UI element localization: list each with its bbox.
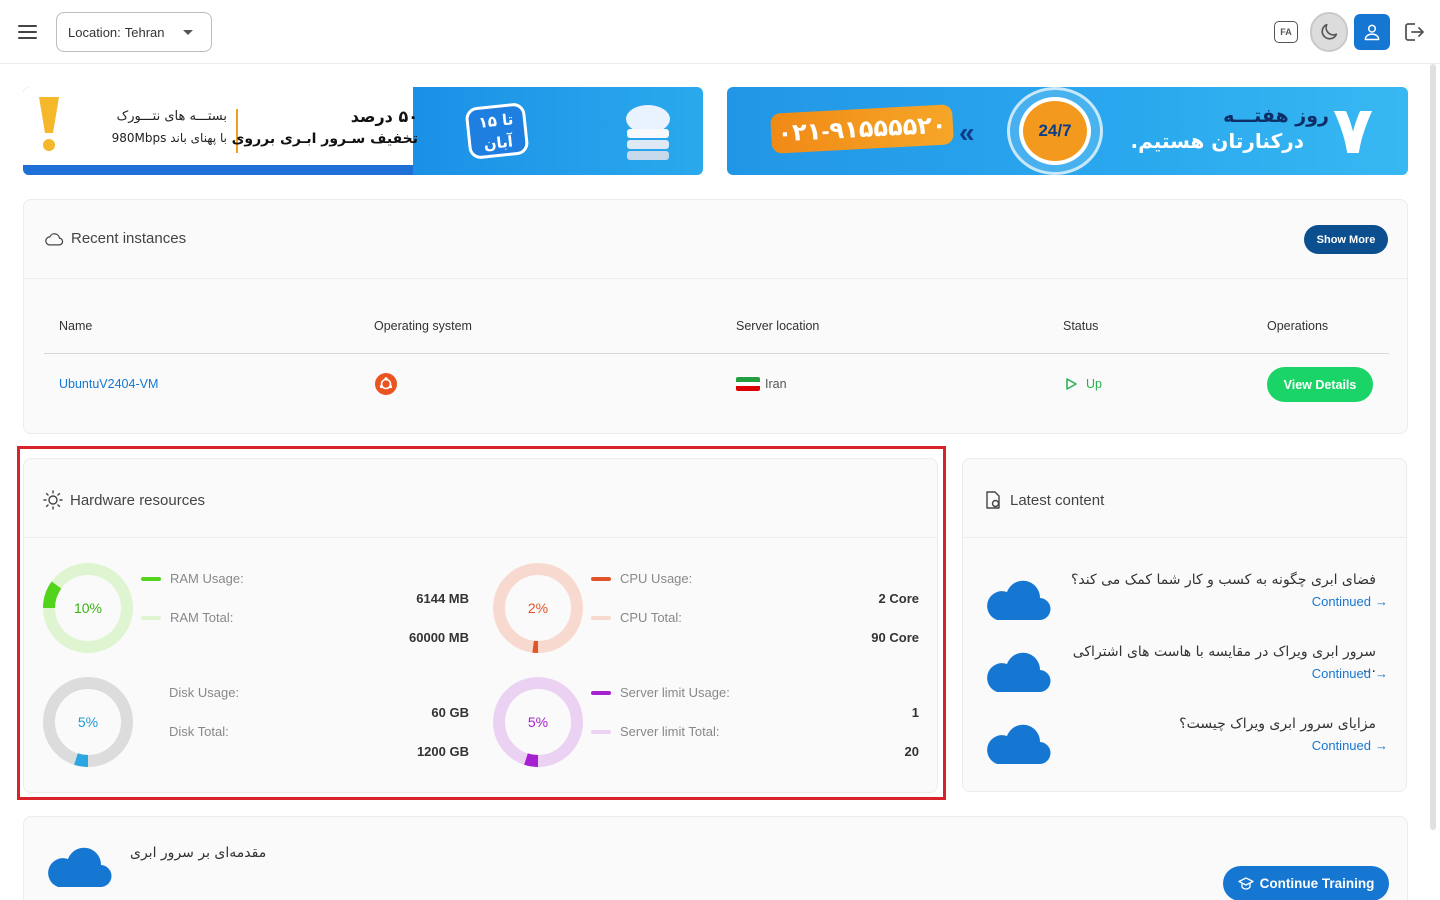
- banner-date-badge: تا ۱۵ آبان: [464, 102, 530, 160]
- banner-network-line2: با پهنای باند 980Mbps: [111, 131, 227, 145]
- highlight-frame: [17, 446, 946, 800]
- training-title: مقدمه‌ای بر سرور ابری: [130, 845, 267, 861]
- location-label: Location:: [68, 24, 121, 40]
- play-icon: [1066, 378, 1077, 390]
- cloud-icon: [48, 847, 112, 888]
- support-line1: روز هفتـــه: [1223, 105, 1329, 127]
- banner-network-line1: بستـــه های نتـــورک: [116, 109, 227, 124]
- training-card: مقدمه‌ای بر سرور ابری Continue Training: [23, 816, 1408, 900]
- latest-content-card: Latest content فضای ابری چگونه به کسب و …: [962, 458, 1407, 792]
- instance-name[interactable]: UbuntuV2404-VM: [59, 377, 158, 391]
- exclamation-icon: [39, 97, 59, 151]
- language-button[interactable]: FA: [1274, 21, 1298, 43]
- show-more-button[interactable]: Show More: [1304, 225, 1388, 254]
- cloud-icon: [987, 652, 1051, 693]
- continued-label: Continued: [1311, 738, 1371, 753]
- continued-link[interactable]: Continued →: [1312, 594, 1388, 609]
- continued-label: Continued: [1311, 666, 1371, 681]
- location-select[interactable]: Location: Tehran: [56, 12, 212, 52]
- moon-icon: [1321, 23, 1338, 40]
- banner-discount-line1: ۵۰ درصد: [350, 107, 418, 126]
- user-icon: [1364, 24, 1380, 41]
- promo-banner-support[interactable]: ۰۲۱-۹۱۵۵۵۵۲۰ « 24/7 روز هفتـــه درکنارتا…: [727, 87, 1408, 175]
- divider: [963, 537, 1406, 538]
- document-icon: [986, 491, 1000, 509]
- latest-content-label: Latest content: [1010, 491, 1105, 509]
- cloud-icon: [45, 232, 64, 245]
- continued-link[interactable]: Continued →: [1312, 738, 1388, 753]
- arrow-right-icon: →: [1375, 738, 1388, 753]
- status-text: Up: [1086, 377, 1102, 391]
- top-bar: Location: Tehran FA: [0, 0, 1440, 64]
- instance-location: Iran: [765, 377, 787, 391]
- graduation-cap-icon: [1237, 876, 1254, 890]
- continue-training-label: Continue Training: [1259, 876, 1375, 891]
- article-item[interactable]: مزایای سرور ابری ویراک چیست؟ Continued →: [983, 716, 1388, 776]
- profile-button[interactable]: [1354, 14, 1390, 50]
- continue-training-button[interactable]: Continue Training: [1223, 866, 1389, 900]
- support-phone: ۰۲۱-۹۱۵۵۵۵۲۰: [770, 104, 954, 154]
- cloud-icon: [987, 580, 1051, 621]
- arrow-right-icon: →: [1375, 666, 1388, 681]
- article-title[interactable]: مزایای سرور ابری ویراک چیست؟: [1056, 716, 1376, 732]
- article-item[interactable]: سرور ابری ویراک در مقایسه با هاست های اش…: [983, 644, 1388, 704]
- dark-mode-toggle[interactable]: [1310, 12, 1348, 52]
- promo-banner-network[interactable]: بستـــه های نتـــورک با پهنای باند 980Mb…: [23, 87, 703, 175]
- chevron-down-icon: [183, 30, 193, 35]
- logout-icon: [1405, 23, 1424, 41]
- view-details-button[interactable]: View Details: [1267, 367, 1373, 402]
- recent-instances-card: Recent instances Show More Name Operatin…: [23, 199, 1408, 434]
- location-value: Tehran: [124, 24, 165, 40]
- menu-icon[interactable]: [18, 25, 37, 39]
- support-247-badge: 24/7: [1019, 97, 1091, 165]
- ubuntu-icon: [375, 373, 397, 395]
- latest-content-title: Latest content: [983, 490, 1104, 510]
- column-header-os: Operating system: [374, 319, 472, 333]
- recent-instances-title: Recent instances: [44, 230, 186, 247]
- banner-discount-line2: تخفیف سـرور ابـری برروی: [231, 131, 418, 147]
- continued-link[interactable]: Continued →: [1312, 666, 1388, 681]
- article-item[interactable]: فضای ابری چگونه به کسب و کار شما کمک می …: [983, 572, 1388, 632]
- logout-button[interactable]: [1402, 20, 1426, 44]
- banner-bottom-bar: [23, 165, 413, 175]
- scrollbar[interactable]: [1430, 64, 1436, 830]
- column-header-status: Status: [1063, 319, 1099, 333]
- column-header-operations: Operations: [1267, 319, 1329, 333]
- recent-instances-label: Recent instances: [71, 230, 187, 247]
- column-header-name: Name: [59, 319, 93, 333]
- column-header-location: Server location: [736, 319, 820, 333]
- table-header-divider: [44, 353, 1389, 354]
- status-badge: Up: [1064, 377, 1102, 391]
- divider: [24, 278, 1407, 279]
- instance-name-link[interactable]: UbuntuV2404-VM: [59, 377, 158, 391]
- cloud-icon: [987, 724, 1051, 765]
- cloud-server-icon: [626, 105, 670, 160]
- arrow-right-icon: →: [1375, 594, 1388, 609]
- support-line2: درکنارتان هستیم.: [1130, 129, 1304, 153]
- continued-label: Continued: [1311, 594, 1371, 609]
- article-title[interactable]: فضای ابری چگونه به کسب و کار شما کمک می …: [1056, 572, 1376, 588]
- chevrons-left-icon: «: [959, 117, 975, 148]
- iran-flag-icon: [736, 377, 760, 391]
- support-big-number: ۷: [1332, 92, 1374, 169]
